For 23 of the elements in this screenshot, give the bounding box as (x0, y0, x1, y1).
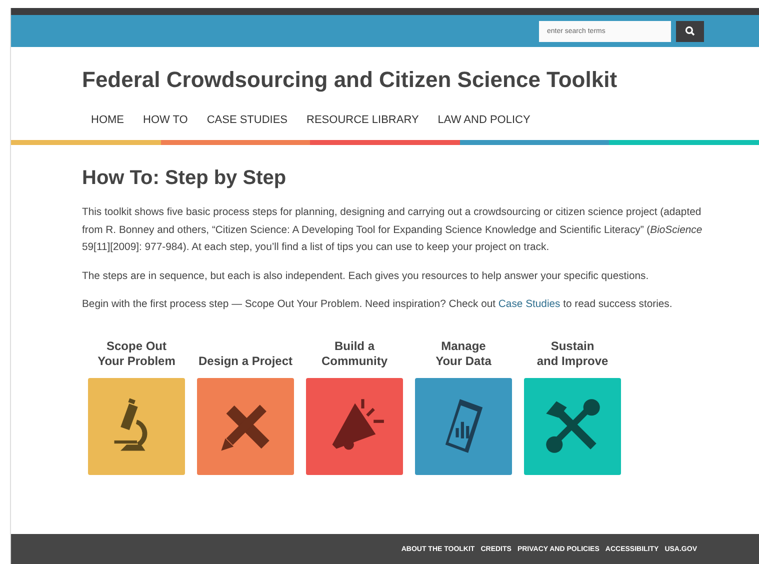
step-tile[interactable] (197, 378, 294, 474)
step-tile[interactable] (88, 378, 185, 474)
nav-link[interactable]: HOW TO (143, 114, 188, 126)
paragraph: The steps are in sequence, but each is also independent. Each gives you resources to help answer your specific questions. (82, 270, 650, 284)
step-title[interactable]: Build a Community (322, 338, 388, 368)
search-button[interactable] (676, 20, 704, 42)
nav-link[interactable]: CASE STUDIES (206, 114, 288, 126)
case-studies-link[interactable]: Case Studies (498, 299, 560, 310)
step-tile[interactable] (415, 378, 512, 474)
site-title: Federal Crowdsourcing and Citizen Science Toolkit (82, 67, 618, 93)
step-tile[interactable] (306, 378, 403, 474)
paragraph: Begin with the first process step — Scope Out Your Problem. Need inspiration? Check out Case Studies to read success stories. (82, 298, 674, 312)
step-title[interactable]: Design a Project (198, 338, 293, 368)
page-heading: How To: Step by Step (82, 167, 288, 190)
paragraph: This toolkit shows five basic process steps for planning, designing and carrying out a crowdsourcing or citizen science project (adapted from R. Bonney and others, “Citizen Science: A Developing Tool for Expanding Science Knowledge and Scientific Literacy” (BioScience 59[11][2009]: 977-984). At each step, you’ll find a list of tips you can use to keep your project on track. (82, 206, 704, 255)
step-title[interactable]: Manage Your Data (436, 338, 492, 368)
step-title[interactable]: Scope Out Your Problem (98, 338, 176, 368)
step-title[interactable]: Sustain and Improve (536, 338, 608, 368)
nav-link[interactable]: RESOURCE LIBRARY (306, 114, 419, 126)
search-icon (685, 26, 695, 36)
nav-link[interactable]: LAW AND POLICY (438, 114, 530, 126)
step-tile[interactable] (524, 378, 621, 474)
nav-link[interactable]: HOME (91, 114, 124, 126)
